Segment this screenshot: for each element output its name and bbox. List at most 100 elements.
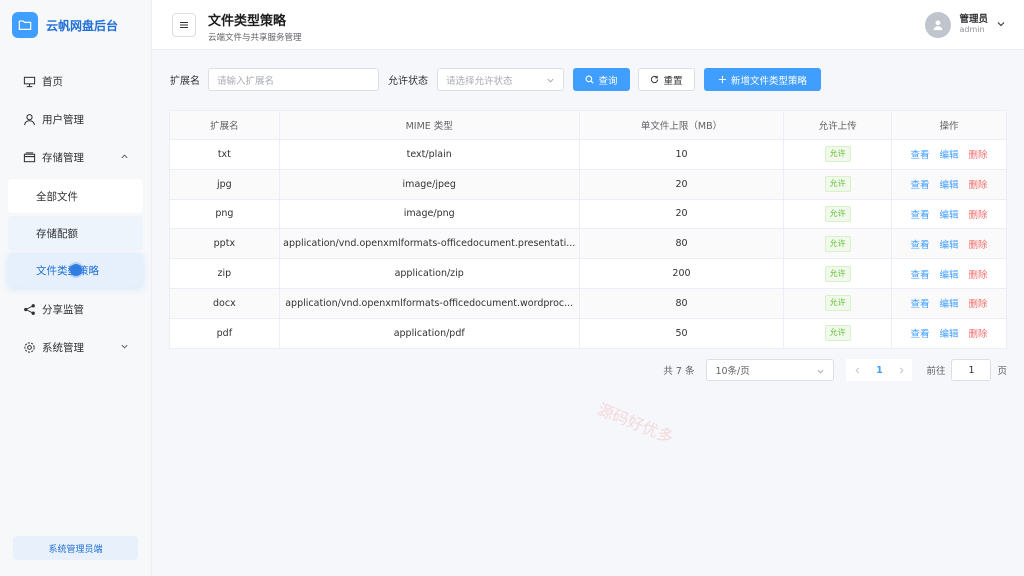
- sidebar-subitem-all-files[interactable]: 全部文件: [8, 179, 143, 213]
- allow-cell: 允许: [783, 258, 893, 289]
- delete-link[interactable]: 删除: [969, 177, 988, 191]
- ext-cell: zip: [169, 258, 280, 289]
- user-icon: [22, 112, 36, 126]
- header: 文件类型策略 云端文件与共享服务管理 管理员 admin: [152, 0, 1024, 50]
- reset-button-label: 重置: [663, 75, 683, 87]
- actions-cell: 查看 编辑 删除: [891, 198, 1007, 230]
- sidebar-subitem-label: 全部文件: [36, 190, 78, 203]
- table-header-row: 扩展名 MIME 类型 单文件上限（MB） 允许上传 操作: [169, 110, 1007, 140]
- delete-link[interactable]: 删除: [969, 296, 988, 310]
- page-title: 文件类型策略: [208, 14, 287, 29]
- plus-icon: [718, 75, 727, 84]
- box-icon: [22, 150, 36, 164]
- allow-badge: 允许: [824, 205, 851, 222]
- status-select[interactable]: 请选择允许状态: [437, 68, 564, 91]
- chevron-down-icon: [816, 367, 825, 379]
- edit-link[interactable]: 编辑: [940, 147, 959, 161]
- page-number-current[interactable]: 1: [868, 359, 890, 381]
- add-policy-button[interactable]: 新增文件类型策略: [704, 68, 821, 91]
- refresh-icon: [651, 75, 659, 84]
- sidebar-subitem-file-type-policy[interactable]: 文件类型策略: [8, 253, 143, 287]
- edit-link[interactable]: 编辑: [940, 237, 959, 251]
- ext-cell: txt: [169, 139, 280, 170]
- search-button-label: 查询: [598, 75, 618, 87]
- reset-button[interactable]: 重置: [638, 68, 695, 91]
- table-row: png image/png 20 允许 查看 编辑 删除: [169, 198, 1007, 230]
- allow-cell: 允许: [783, 198, 893, 230]
- view-link[interactable]: 查看: [911, 267, 930, 281]
- delete-link[interactable]: 删除: [969, 267, 988, 281]
- status-select-placeholder: 请选择允许状态: [446, 75, 513, 87]
- edit-link[interactable]: 编辑: [940, 177, 959, 191]
- column-header[interactable]: 单文件上限（MB）: [578, 110, 785, 140]
- user-menu[interactable]: 管理员 admin: [925, 12, 1006, 38]
- column-header[interactable]: 允许上传: [783, 110, 893, 140]
- ext-filter-label: 扩展名: [170, 76, 200, 87]
- search-button[interactable]: 查询: [573, 68, 630, 91]
- ext-input[interactable]: 请输入扩展名: [208, 68, 379, 91]
- size-limit-cell: 20: [578, 198, 785, 230]
- delete-link[interactable]: 删除: [969, 326, 988, 340]
- sidebar-subitem-quota[interactable]: 存储配额: [8, 216, 143, 250]
- goto-label: 前往: [926, 366, 946, 377]
- folder-icon: [12, 12, 38, 38]
- next-page-button[interactable]: [890, 359, 912, 381]
- edit-link[interactable]: 编辑: [940, 267, 959, 281]
- goto-page-input[interactable]: 1: [951, 359, 992, 381]
- allow-badge: 允许: [824, 146, 851, 163]
- sidebar-subitem-label: 存储配额: [36, 227, 78, 240]
- sidebar-item-label: 存储管理: [42, 151, 84, 164]
- page-subtitle: 云端文件与共享服务管理: [208, 33, 302, 43]
- storage-submenu: 全部文件 存储配额 文件类型策略: [0, 179, 151, 287]
- delete-link[interactable]: 删除: [969, 207, 988, 221]
- sidebar-item-home[interactable]: 首页: [0, 62, 151, 100]
- user-icon: [934, 20, 943, 31]
- mime-cell: application/pdf: [278, 317, 580, 349]
- table-row: zip application/zip 200 允许 查看 编辑 删除: [169, 258, 1007, 289]
- brand-title: 云帆网盘后台: [46, 18, 119, 33]
- chevron-down-icon: [120, 342, 129, 354]
- page-size-select[interactable]: 10条/页: [706, 359, 835, 381]
- prev-page-button[interactable]: [846, 359, 868, 381]
- sidebar-item-storage[interactable]: 存储管理: [0, 138, 151, 176]
- sidebar-item-system[interactable]: 系统管理: [0, 328, 151, 366]
- sidebar-item-users[interactable]: 用户管理: [0, 100, 151, 138]
- view-link[interactable]: 查看: [911, 177, 930, 191]
- delete-link[interactable]: 删除: [969, 147, 988, 161]
- brand[interactable]: 云帆网盘后台: [0, 0, 151, 50]
- actions-cell: 查看 编辑 删除: [891, 139, 1007, 170]
- size-limit-cell: 80: [578, 228, 785, 260]
- cursor-indicator: [70, 264, 82, 276]
- mime-cell: image/jpeg: [278, 168, 580, 200]
- menu-toggle-button[interactable]: [172, 13, 196, 37]
- sidebar: 云帆网盘后台 首页 用户管理 存储管理 全部文件 存储配额 文件类型策略 分享监…: [0, 0, 152, 576]
- user-id: admin: [959, 24, 985, 34]
- table-row: jpg image/jpeg 20 允许 查看 编辑 删除: [169, 168, 1007, 200]
- actions-cell: 查看 编辑 删除: [891, 287, 1007, 319]
- ext-cell: pdf: [169, 317, 280, 349]
- view-link[interactable]: 查看: [911, 326, 930, 340]
- sidebar-menu: 首页 用户管理 存储管理 全部文件 存储配额 文件类型策略 分享监管 系统管理: [0, 62, 151, 366]
- total-count: 共 7 条: [663, 366, 695, 377]
- edit-link[interactable]: 编辑: [940, 326, 959, 340]
- column-header[interactable]: 扩展名: [169, 110, 280, 140]
- ext-cell: jpg: [169, 168, 280, 200]
- chevron-down-icon: [546, 76, 555, 88]
- view-link[interactable]: 查看: [911, 237, 930, 251]
- edit-link[interactable]: 编辑: [940, 207, 959, 221]
- view-link[interactable]: 查看: [911, 207, 930, 221]
- view-link[interactable]: 查看: [911, 147, 930, 161]
- avatar: [925, 12, 952, 38]
- sidebar-item-label: 分享监管: [42, 303, 84, 316]
- edit-link[interactable]: 编辑: [940, 296, 959, 310]
- view-link[interactable]: 查看: [911, 296, 930, 310]
- size-limit-cell: 10: [578, 139, 785, 170]
- column-header[interactable]: MIME 类型: [278, 110, 580, 140]
- sidebar-item-share-monitor[interactable]: 分享监管: [0, 290, 151, 328]
- delete-link[interactable]: 删除: [969, 237, 988, 251]
- actions-cell: 查看 编辑 删除: [891, 228, 1007, 260]
- pagination: 共 7 条 10条/页 1 前往 1 页: [663, 359, 1007, 381]
- size-limit-cell: 80: [578, 287, 785, 319]
- column-header: 操作: [891, 110, 1007, 140]
- watermark: 源码好优多: [594, 399, 677, 448]
